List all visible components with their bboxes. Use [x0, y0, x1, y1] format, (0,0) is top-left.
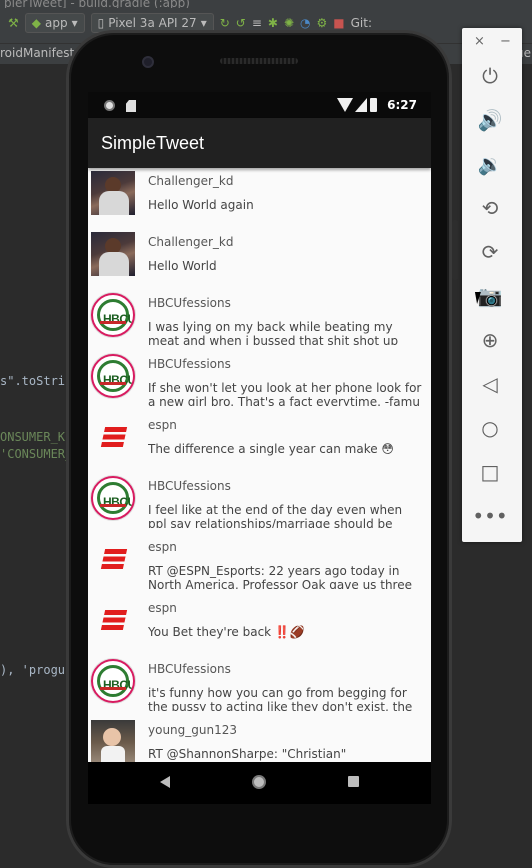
tweet-body: Hello World — [148, 259, 217, 273]
nav-home-icon[interactable] — [252, 775, 266, 789]
earpiece-speaker — [220, 58, 298, 64]
tweet-item[interactable]: HBCU HBCUfessions it's funny how you can… — [88, 656, 431, 717]
tweet-username: espn — [148, 418, 177, 432]
tweet-body: Hello World again — [148, 198, 254, 212]
front-camera — [142, 56, 154, 68]
app-title: SimpleTweet — [101, 132, 205, 153]
tweet-item[interactable]: Challenger_kd Hello World — [88, 229, 431, 290]
tweet-item[interactable]: espn You Bet they're back ‼️🏈 — [88, 595, 431, 656]
profile-icon[interactable]: ✺ — [284, 16, 294, 30]
tweet-item[interactable]: HBCU HBCUfessions If she won't let you l… — [88, 351, 431, 412]
nav-recents-icon[interactable] — [348, 776, 359, 787]
avatar[interactable]: HBCU — [91, 476, 135, 520]
android-nav-bar — [88, 762, 431, 804]
avatar[interactable]: HBCU — [91, 354, 135, 398]
battery-icon — [370, 98, 377, 112]
tweet-item[interactable]: young_gun123 RT @ShannonSharpe: "Christi… — [88, 717, 431, 762]
tweet-item[interactable]: espn RT @ESPN_Esports: 22 years ago toda… — [88, 534, 431, 595]
emulator-control-panel: × − ⏻ 🔊 🔉 ⟲ ⟳ 📷 ⊕ ◁ ○ □ ••• — [462, 28, 522, 542]
avatar[interactable] — [91, 415, 135, 459]
rotate-right-icon[interactable]: ⟳ — [476, 238, 504, 266]
tweet-item[interactable]: Challenger_kd Hello World again — [88, 168, 431, 229]
apply-changes-icon[interactable]: ↻ — [220, 16, 230, 30]
signal-icon — [355, 98, 367, 112]
hammer-icon[interactable]: ⚒ — [8, 16, 19, 30]
espn-logo-icon — [100, 427, 128, 447]
back-icon[interactable]: ◁ — [476, 370, 504, 398]
attach-icon[interactable]: ⚙ — [317, 16, 328, 30]
avatar[interactable] — [91, 537, 135, 581]
tab-android-manifest[interactable]: roidManifest — [0, 46, 74, 60]
tweet-body: I feel like at the end of the day even w… — [148, 503, 403, 528]
home-icon[interactable]: ○ — [476, 414, 504, 442]
app-bar: SimpleTweet — [88, 118, 431, 168]
tweet-username: Challenger_kd — [148, 174, 234, 188]
sd-card-icon — [126, 100, 136, 112]
tweet-item[interactable]: HBCU HBCUfessions I was lying on my back… — [88, 290, 431, 351]
power-icon[interactable]: ⏻ — [476, 62, 504, 90]
stop-icon[interactable]: ■ — [333, 16, 344, 30]
tweet-timeline[interactable]: Challenger_kd Hello World again Challeng… — [88, 168, 431, 762]
tweet-username: espn — [148, 540, 177, 554]
git-label: Git: — [350, 16, 373, 30]
ide-window-title: plerTweet] - build.gradle (:app) — [4, 0, 190, 8]
list-icon[interactable]: ≡ — [252, 16, 262, 30]
tweet-body: RT @ShannonSharpe: "Christian" — [148, 747, 347, 761]
avatar[interactable] — [91, 720, 135, 762]
device-label: Pixel 3a API 27 — [108, 16, 197, 30]
rotate-left-icon[interactable]: ⟲ — [476, 194, 504, 222]
espn-logo-icon — [100, 610, 128, 630]
chevron-down-icon: ▾ — [200, 16, 207, 30]
tweet-username: HBCUfessions — [148, 296, 231, 310]
wifi-icon — [337, 98, 353, 112]
volume-up-icon[interactable]: 🔊 — [476, 106, 504, 134]
tweet-body: If she won't let you look at her phone l… — [148, 381, 422, 406]
espn-logo-icon — [100, 549, 128, 569]
avatar[interactable]: HBCU — [91, 659, 135, 703]
code-line: ONSUMER_KE — [0, 430, 73, 444]
notification-dot-icon — [104, 100, 115, 111]
phone-icon: ▯ — [97, 16, 105, 30]
close-icon[interactable]: × — [474, 34, 485, 49]
emulator-panel-header: × − — [462, 34, 522, 50]
avatar[interactable] — [91, 232, 135, 276]
more-icon[interactable]: ••• — [472, 502, 507, 530]
tweet-username: HBCUfessions — [148, 357, 231, 371]
zoom-icon[interactable]: ⊕ — [476, 326, 504, 354]
avatar[interactable] — [91, 598, 135, 642]
avatar[interactable]: HBCU — [91, 293, 135, 337]
status-bar: 6:27 — [88, 92, 431, 118]
tweet-username: espn — [148, 601, 177, 615]
tweet-body: RT @ESPN_Esports: 22 years ago today in … — [148, 564, 412, 589]
code-line: s".toStri — [0, 374, 66, 388]
run-config-select[interactable]: ◆ app ▾ — [24, 13, 85, 33]
tweet-body: You Bet they're back ‼️🏈 — [148, 625, 305, 639]
tweet-username: Challenger_kd — [148, 235, 234, 249]
tweet-body: I was lying on my back while beating my … — [148, 320, 399, 345]
minimize-icon[interactable]: − — [500, 34, 511, 49]
android-icon: ◆ — [31, 16, 41, 30]
apply-code-icon[interactable]: ↺ — [236, 16, 246, 30]
tweet-body: The difference a single year can make 😳 — [148, 442, 394, 456]
debug-icon[interactable]: ✱ — [268, 16, 278, 30]
tweet-username: HBCUfessions — [148, 479, 231, 493]
tweet-body: it's funny how you can go from begging f… — [148, 686, 413, 711]
tweet-item[interactable]: HBCU HBCUfessions I feel like at the end… — [88, 473, 431, 534]
overview-icon[interactable]: □ — [476, 458, 504, 486]
run-config-label: app — [45, 16, 68, 30]
device-screen: 6:27 SimpleTweet Challenger_kd Hello Wor… — [88, 92, 431, 762]
code-line: 'CONSUMER_ — [0, 447, 73, 461]
tweet-username: HBCUfessions — [148, 662, 231, 676]
phone-side-button — [452, 220, 458, 280]
tweet-item[interactable]: espn The difference a single year can ma… — [88, 412, 431, 473]
gauge-icon[interactable]: ◔ — [300, 16, 310, 30]
avatar[interactable] — [91, 171, 135, 215]
status-time: 6:27 — [387, 98, 417, 112]
chevron-down-icon: ▾ — [71, 16, 78, 30]
tweet-username: young_gun123 — [148, 723, 238, 737]
nav-back-icon[interactable] — [160, 776, 170, 788]
volume-down-icon[interactable]: 🔉 — [476, 150, 504, 178]
code-line: ), 'progu — [0, 663, 66, 677]
